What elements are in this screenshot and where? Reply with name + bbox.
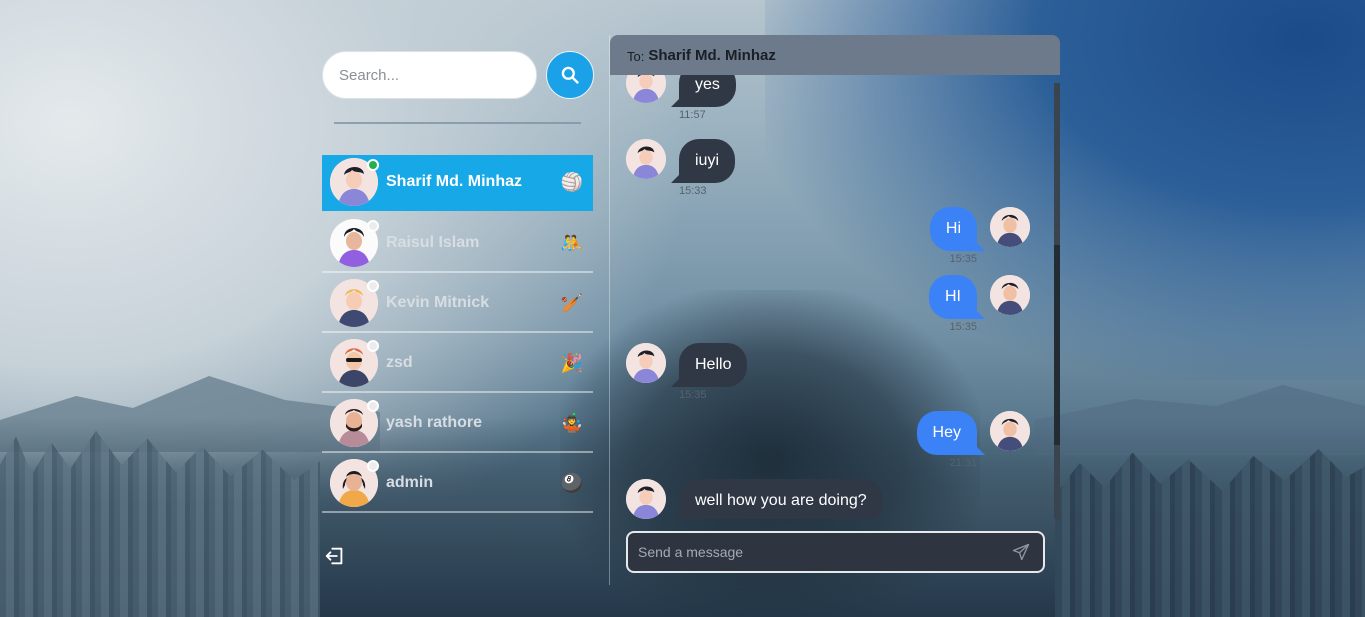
send-icon (1012, 543, 1030, 561)
search-icon (561, 66, 579, 84)
message-input[interactable] (628, 544, 1005, 560)
avatar (990, 275, 1030, 315)
message-bubble: Hey (916, 411, 977, 455)
avatar (626, 343, 666, 383)
contact-name: zsd (386, 354, 413, 371)
avatar (330, 158, 379, 206)
message-bubble: Hi (929, 207, 977, 251)
contact-name: Kevin Mitnick (386, 294, 490, 311)
message-composer (626, 531, 1045, 573)
avatar (330, 459, 379, 507)
offline-status-dot (367, 280, 379, 292)
party-popper-icon: 🎉 (560, 352, 584, 373)
message-time: 15:33 (679, 185, 707, 197)
message-scrollbar[interactable] (1054, 83, 1060, 519)
logout-button[interactable] (324, 545, 346, 567)
message-time: 15:35 (679, 389, 707, 401)
online-status-dot (367, 159, 379, 171)
to-label: To: (627, 48, 645, 64)
message-outgoing: Hey 21:31 (916, 411, 1030, 469)
volleyball-icon: 🏐 (560, 171, 584, 192)
contact-item-admin[interactable]: admin 🎱 (322, 455, 593, 513)
recipient-name: Sharif Md. Minhaz (648, 46, 776, 64)
contact-item-raisul[interactable]: Raisul Islam 🤼 (322, 215, 593, 273)
message-bubble: well how you are doing? (679, 479, 883, 519)
avatar (626, 139, 666, 179)
send-button[interactable] (1005, 536, 1037, 568)
message-bubble: Hello (679, 343, 748, 387)
contact-name: Raisul Islam (386, 234, 480, 251)
avatar (990, 411, 1030, 451)
chat-panel: To: Sharif Md. Minhaz yes 11:57 iuyi 15:… (609, 35, 1060, 585)
message-bubble: iuyi (679, 139, 736, 183)
message-incoming: yes 11:57 (626, 75, 736, 121)
avatar (330, 399, 379, 447)
avatar (990, 207, 1030, 247)
offline-status-dot (367, 460, 379, 472)
juggling-icon: 🤹 (560, 412, 584, 433)
message-incoming: Hello 15:35 (626, 343, 748, 401)
avatar (626, 75, 666, 103)
message-time: 15:35 (949, 321, 977, 333)
avatar (330, 339, 379, 387)
offline-status-dot (367, 400, 379, 412)
offline-status-dot (367, 340, 379, 352)
offline-status-dot (367, 220, 379, 232)
contact-list: Sharif Md. Minhaz 🏐 Raisul Islam 🤼 Kevin… (322, 155, 593, 515)
message-incoming: well how you are doing? (626, 479, 883, 519)
avatar (330, 279, 379, 327)
chat-header: To: Sharif Md. Minhaz (610, 35, 1060, 75)
contact-item-yash[interactable]: yash rathore 🤹 (322, 395, 593, 453)
contacts-sidebar: Sharif Md. Minhaz 🏐 Raisul Islam 🤼 (322, 0, 594, 617)
contact-item-sharif[interactable]: Sharif Md. Minhaz 🏐 (322, 155, 593, 211)
sidebar-divider (334, 122, 581, 124)
contact-item-kevin[interactable]: Kevin Mitnick 🏏 (322, 275, 593, 333)
message-outgoing: HI 15:35 (929, 275, 1030, 333)
search-bar (322, 51, 594, 99)
message-list[interactable]: yes 11:57 iuyi 15:33 Hi 15:35 HI 15:35 H… (610, 75, 1054, 519)
avatar (330, 219, 379, 267)
message-bubble: yes (679, 75, 736, 107)
message-time: 11:57 (679, 109, 706, 121)
contact-name: yash rathore (386, 414, 483, 431)
contact-name: admin (386, 474, 434, 491)
message-time: 21:31 (949, 457, 977, 469)
search-button[interactable] (546, 51, 594, 99)
search-input[interactable] (322, 51, 537, 99)
wrestlers-icon: 🤼 (560, 232, 584, 253)
avatar (626, 479, 666, 519)
cricket-icon: 🏏 (560, 292, 584, 313)
contact-name: Sharif Md. Minhaz (386, 173, 522, 190)
message-bubble: HI (929, 275, 977, 319)
scrollbar-thumb[interactable] (1054, 245, 1060, 445)
pool-8-ball-icon: 🎱 (560, 472, 584, 493)
message-time: 15:35 (949, 253, 977, 265)
message-outgoing: Hi 15:35 (929, 207, 1030, 265)
logout-icon (325, 547, 343, 565)
contact-item-zsd[interactable]: zsd 🎉 (322, 335, 593, 393)
message-incoming: iuyi 15:33 (626, 139, 736, 197)
